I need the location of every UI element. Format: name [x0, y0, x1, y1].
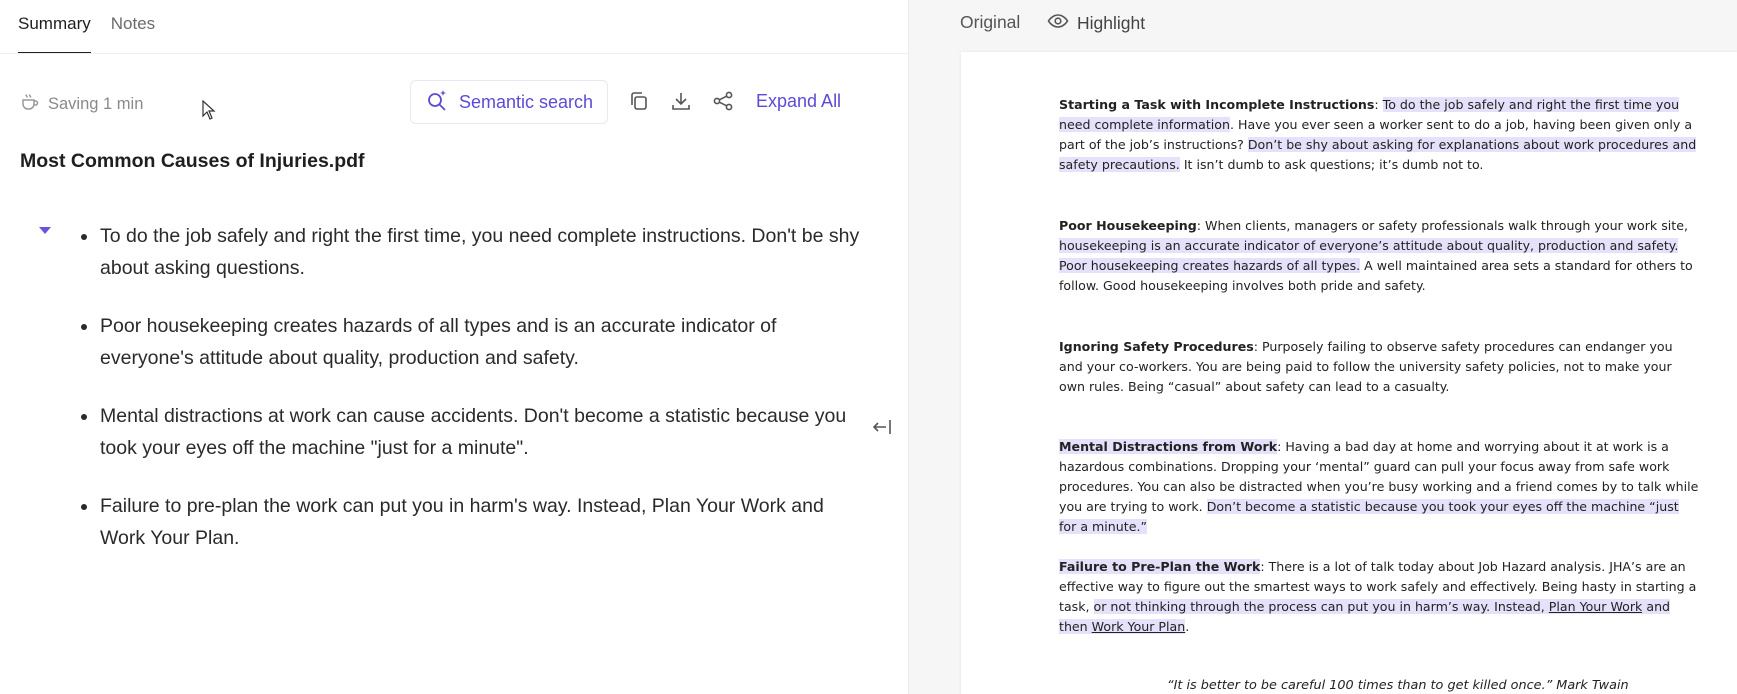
pdf-highlight: or not thinking through the process can … — [1093, 599, 1549, 614]
semantic-search-label: Semantic search — [459, 91, 594, 112]
copy-icon[interactable] — [628, 90, 652, 114]
tab-bar: Summary Notes — [18, 0, 155, 54]
pdf-highlight: Work Your Plan — [1091, 619, 1186, 634]
saving-status: Saving 1 min — [20, 92, 143, 117]
pdf-heading: Poor Housekeeping — [1059, 218, 1197, 233]
summary-bullet: Poor housekeeping creates hazards of all… — [80, 310, 860, 374]
summary-bullet: Failure to pre-plan the work can put you… — [80, 490, 860, 554]
summary-pane: Summary Notes Saving 1 min Semantic sear… — [0, 0, 908, 694]
tab-notes[interactable]: Notes — [111, 0, 155, 54]
summary-bullet: Mental distractions at work can cause ac… — [80, 400, 860, 464]
pdf-text: It isn’t dumb to ask questions; it’s dum… — [1179, 157, 1484, 172]
pdf-heading: Mental Distractions from Work — [1059, 439, 1278, 454]
pdf-heading: Failure to Pre-Plan the Work — [1059, 559, 1261, 574]
collapse-caret-icon[interactable] — [39, 227, 51, 234]
pdf-page: Starting a Task with Incomplete Instruct… — [961, 52, 1737, 694]
pdf-text: : When clients, managers or safety profe… — [1196, 218, 1688, 233]
highlight-label: Highlight — [1077, 13, 1146, 33]
tab-divider — [0, 53, 908, 54]
pdf-highlight: Plan Your Work — [1548, 599, 1643, 614]
summary-toolbar: Saving 1 min Semantic search Expand All — [20, 80, 850, 124]
viewer-header: Original Highlight — [909, 0, 1737, 46]
pdf-paragraph: Ignoring Safety Procedures: Purposely fa… — [1059, 337, 1699, 397]
highlight-toggle[interactable]: Highlight — [1047, 10, 1145, 37]
pdf-heading: Starting a Task with Incomplete Instruct… — [1059, 97, 1375, 112]
document-title: Most Common Causes of Injuries.pdf — [20, 150, 365, 172]
summary-bullet-list: To do the job safely and right the first… — [80, 220, 860, 580]
sparkle-search-icon — [425, 88, 449, 117]
download-icon[interactable] — [670, 90, 694, 114]
collapse-panel-icon[interactable] — [871, 416, 893, 443]
pdf-paragraph: Failure to Pre-Plan the Work: There is a… — [1059, 557, 1699, 637]
expand-all-button[interactable]: Expand All — [756, 91, 841, 112]
pdf-quote: “It is better to be careful 100 times th… — [1167, 678, 1629, 693]
coffee-cup-icon — [20, 92, 40, 117]
pdf-paragraph: Poor Housekeeping: When clients, manager… — [1059, 216, 1699, 296]
pdf-text: . — [1185, 619, 1190, 634]
original-toggle[interactable]: Original — [960, 12, 1020, 33]
semantic-search-button[interactable]: Semantic search — [410, 80, 609, 124]
document-viewer: Original Highlight Starting a Task with … — [908, 0, 1737, 694]
pdf-heading: Ignoring Safety Procedures — [1059, 339, 1254, 354]
tab-summary[interactable]: Summary — [18, 0, 91, 54]
eye-icon — [1047, 10, 1069, 37]
share-icon[interactable] — [712, 90, 736, 114]
saving-text: Saving 1 min — [48, 95, 144, 113]
pdf-paragraph: Starting a Task with Incomplete Instruct… — [1059, 97, 1697, 172]
pdf-paragraph: Mental Distractions from Work: Having a … — [1059, 437, 1699, 537]
mouse-pointer-icon — [202, 99, 216, 125]
summary-bullet: To do the job safely and right the first… — [80, 220, 860, 284]
